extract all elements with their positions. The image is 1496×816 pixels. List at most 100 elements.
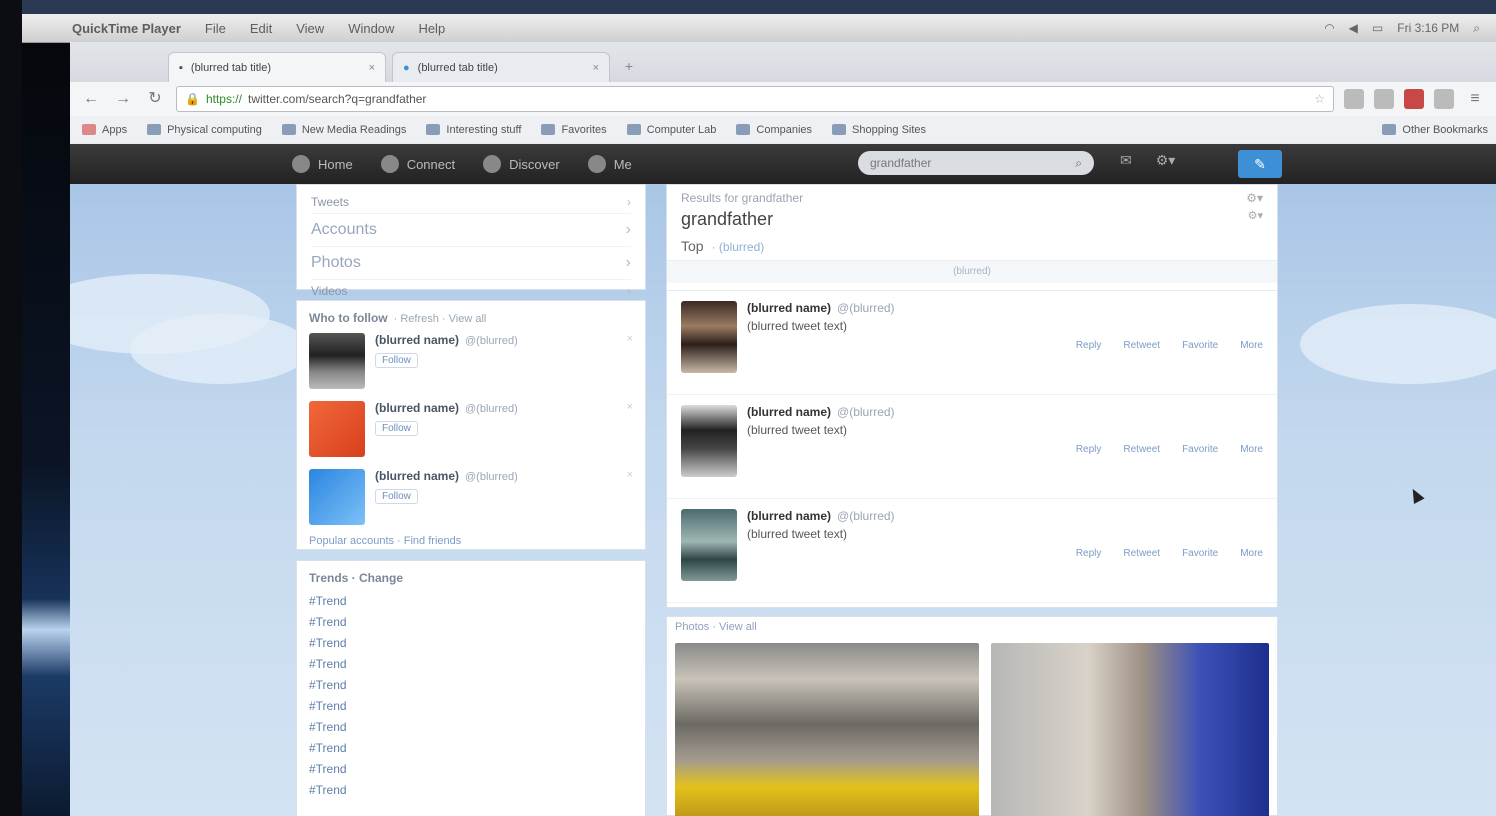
trend-item[interactable]: #Trend [309,696,633,717]
bookmark-star-icon[interactable]: ☆ [1314,92,1325,106]
photo-thumbnail[interactable] [675,643,979,816]
nav-discover[interactable]: Discover [483,155,560,173]
tab-close-icon[interactable]: × [369,62,375,74]
bookmark-folder[interactable]: New Media Readings [281,124,406,136]
retweet-button[interactable]: Retweet [1123,444,1160,455]
bookmark-folder[interactable]: Companies [736,124,812,136]
tweet[interactable]: (blurred name) @(blurred) (blurred tweet … [667,291,1277,395]
nav-home[interactable]: Home [292,155,353,173]
reply-button[interactable]: Reply [1076,548,1102,559]
tab-close-icon[interactable]: × [593,62,599,74]
retweet-button[interactable]: Retweet [1123,548,1160,559]
favorite-button[interactable]: Favorite [1182,548,1218,559]
trend-item[interactable]: #Trend [309,738,633,759]
bookmark-folder[interactable]: Physical computing [147,124,262,136]
avatar[interactable] [309,401,365,457]
battery-icon[interactable]: ▭ [1372,21,1383,35]
trend-item[interactable]: #Trend [309,591,633,612]
photo-thumbnail[interactable] [991,643,1269,816]
new-tab-button[interactable]: + [616,58,642,78]
back-icon[interactable]: ← [80,88,102,110]
dismiss-icon[interactable]: × [627,333,633,345]
avatar[interactable] [309,469,365,525]
avatar[interactable] [681,405,737,477]
menu-edit[interactable]: Edit [250,21,272,36]
retweet-button[interactable]: Retweet [1123,340,1160,351]
bookmark-folder[interactable]: Favorites [541,124,607,136]
trend-item[interactable]: #Trend [309,612,633,633]
tweet-author[interactable]: (blurred name) [747,301,831,315]
trend-item[interactable]: #Trend [309,759,633,780]
gear-icon[interactable]: ⚙▾ [1156,152,1176,169]
bookmark-folder[interactable]: Interesting stuff [426,124,521,136]
spotlight-icon[interactable]: ⌕ [1473,21,1480,36]
tweet-handle[interactable]: @(blurred) [837,405,895,419]
dismiss-icon[interactable]: × [627,401,633,413]
trend-item[interactable]: #Trend [309,675,633,696]
address-bar[interactable]: 🔒 https:// twitter.com/search?q=grandfat… [176,86,1334,112]
trend-item[interactable]: #Trend [309,717,633,738]
tweet-author[interactable]: (blurred name) [747,405,831,419]
bookmark-apps[interactable]: Apps [82,124,127,136]
tweet[interactable]: (blurred name) @(blurred) (blurred tweet … [667,499,1277,603]
reply-button[interactable]: Reply [1076,444,1102,455]
tweet[interactable]: (blurred name) @(blurred) (blurred tweet … [667,395,1277,499]
menu-help[interactable]: Help [418,21,445,36]
trend-item[interactable]: #Trend [309,633,633,654]
messages-icon[interactable]: ✉ [1120,152,1132,169]
filter-item[interactable]: Tweets › [311,191,631,214]
follow-button[interactable]: Follow [375,353,418,368]
menu-app-name[interactable]: QuickTime Player [72,21,181,36]
suggestion-item[interactable]: (blurred name) @(blurred) Follow × [309,333,633,393]
trend-item[interactable]: #Trend [309,780,633,801]
tab-1[interactable]: ▪ (blurred tab title) × [168,52,386,82]
compose-tweet-button[interactable]: ✎ [1238,150,1282,178]
trend-item[interactable]: #Trend [309,654,633,675]
more-button[interactable]: More [1240,340,1263,351]
menu-icon[interactable]: ≡ [1464,88,1486,110]
new-results-bar[interactable]: (blurred) [667,260,1277,283]
tweet-handle[interactable]: @(blurred) [837,301,895,315]
options-icon[interactable]: ⚙▾ [1246,191,1263,205]
filter-item[interactable]: Photos › [311,247,631,280]
avatar[interactable] [309,333,365,389]
suggestion-item[interactable]: (blurred name) @(blurred) Follow × [309,469,633,529]
forward-icon[interactable]: → [112,88,134,110]
menu-window[interactable]: Window [348,21,394,36]
search-icon[interactable]: ⌕ [1075,156,1082,171]
top-label[interactable]: Top [681,238,704,254]
more-button[interactable]: More [1240,444,1263,455]
reply-button[interactable]: Reply [1076,340,1102,351]
avatar[interactable] [681,509,737,581]
favorite-button[interactable]: Favorite [1182,444,1218,455]
extension-icon[interactable] [1434,89,1454,109]
photos-title[interactable]: Photos · View all [675,621,1269,633]
reload-icon[interactable]: ↻ [144,88,166,110]
extension-icon[interactable] [1404,89,1424,109]
volume-icon[interactable]: ◀ [1349,21,1358,35]
menubar-clock[interactable]: Fri 3:16 PM [1397,21,1459,35]
avatar[interactable] [681,301,737,373]
nav-me[interactable]: Me [587,155,632,173]
bookmark-other[interactable]: Other Bookmarks [1382,124,1488,136]
extension-icon[interactable] [1344,89,1364,109]
menu-view[interactable]: View [296,21,324,36]
extension-icon[interactable] [1374,89,1394,109]
bookmark-folder[interactable]: Computer Lab [626,124,716,136]
suggestion-item[interactable]: (blurred name) @(blurred) Follow × [309,401,633,461]
nav-connect[interactable]: Connect [380,155,455,173]
who-to-follow-footer[interactable]: Popular accounts · Find friends [309,535,633,547]
favorite-button[interactable]: Favorite [1182,340,1218,351]
top-people-link[interactable]: · (blurred) [712,240,765,254]
tab-2[interactable]: ● (blurred tab title) × [392,52,610,82]
dismiss-icon[interactable]: × [627,469,633,481]
menu-file[interactable]: File [205,21,226,36]
tweet-handle[interactable]: @(blurred) [837,509,895,523]
tweet-author[interactable]: (blurred name) [747,509,831,523]
bookmark-folder[interactable]: Shopping Sites [832,124,926,136]
follow-button[interactable]: Follow [375,489,418,504]
twitter-search-input[interactable]: grandfather ⌕ [858,151,1094,175]
more-button[interactable]: More [1240,548,1263,559]
filter-item[interactable]: Accounts › [311,214,631,247]
follow-button[interactable]: Follow [375,421,418,436]
